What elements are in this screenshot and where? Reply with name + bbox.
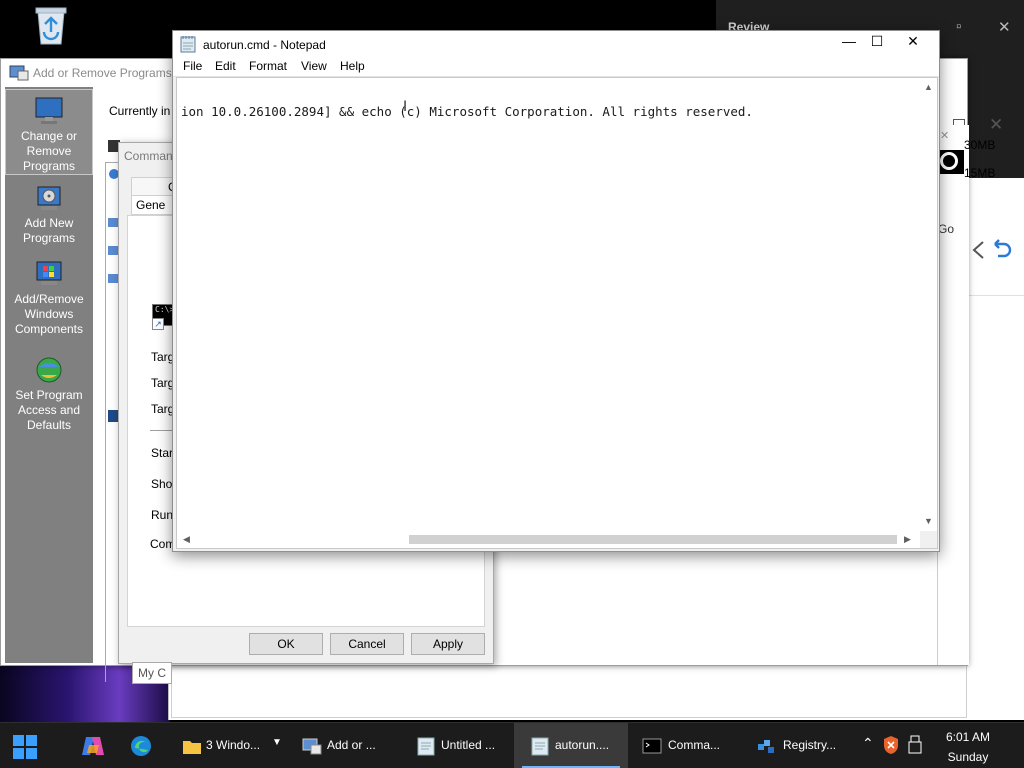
maximize-icon[interactable]: ▫ bbox=[956, 18, 961, 35]
go-label: Go bbox=[938, 222, 955, 236]
taskbar-item-label: Add or ... bbox=[327, 738, 376, 752]
menu-format[interactable]: Format bbox=[249, 59, 287, 73]
menu-view[interactable]: View bbox=[301, 59, 327, 73]
edge-icon[interactable] bbox=[130, 735, 152, 757]
clock-time: 6:01 AM bbox=[945, 730, 991, 744]
undo-icon[interactable] bbox=[989, 236, 1013, 262]
taskbar-item-label: Registry... bbox=[783, 738, 837, 752]
taskbar: 3 Windo... ▼ Add or ... Untitled ... aut… bbox=[0, 722, 1024, 768]
scroll-up-icon[interactable]: ▲ bbox=[924, 82, 933, 92]
registry-editor-icon bbox=[758, 740, 774, 753]
menu-edit[interactable]: Edit bbox=[215, 59, 236, 73]
chevron-down-icon[interactable]: ▼ bbox=[272, 737, 282, 748]
cancel-button[interactable]: Cancel bbox=[330, 633, 404, 655]
back-arrow-icon[interactable] bbox=[967, 238, 989, 262]
sidebar-item-add-new[interactable]: Add New Programs bbox=[5, 183, 93, 249]
sidebar-item-change-remove[interactable]: Change or Remove Programs bbox=[5, 89, 93, 175]
taskbar-item-file-explorer[interactable]: 3 Windo... bbox=[172, 723, 268, 768]
taskbar-item-autorun-notepad[interactable]: autorun.... bbox=[514, 723, 628, 768]
vertical-scrollbar[interactable]: ▲ ▼ bbox=[920, 78, 937, 532]
usb-device-icon[interactable] bbox=[908, 735, 922, 755]
notepad-icon bbox=[180, 36, 196, 53]
taskbar-item-untitled-notepad[interactable]: Untitled ... bbox=[408, 723, 512, 768]
taskbar-item-command-prompt[interactable]: Comma... bbox=[634, 723, 738, 768]
window-title: Add or Remove Programs bbox=[33, 66, 172, 80]
maximize-button[interactable]: ☐ bbox=[859, 31, 895, 53]
menu-help[interactable]: Help bbox=[340, 59, 365, 73]
folder-icon bbox=[183, 741, 201, 754]
sidebar-item-program-access[interactable]: Set Program Access and Defaults bbox=[5, 355, 93, 432]
close-icon: ✕ bbox=[907, 33, 919, 49]
currently-installed-label: Currently in bbox=[109, 104, 171, 118]
copilot-icon[interactable] bbox=[80, 733, 106, 759]
start-button[interactable] bbox=[12, 734, 38, 760]
add-remove-programs-icon bbox=[302, 738, 322, 755]
recycle-bin-icon[interactable] bbox=[28, 2, 74, 48]
close-button[interactable]: ✕ bbox=[989, 115, 1003, 135]
scroll-down-icon[interactable]: ▼ bbox=[924, 516, 933, 526]
taskbar-item-label: Comma... bbox=[668, 738, 721, 752]
text-cursor-icon: I bbox=[403, 99, 408, 115]
close-button[interactable]: ✕ bbox=[895, 31, 931, 53]
clock-day: Sunday bbox=[947, 750, 989, 764]
ok-button[interactable]: OK bbox=[249, 633, 323, 655]
add-remove-programs-icon bbox=[9, 65, 29, 81]
security-shield-icon[interactable] bbox=[882, 735, 900, 755]
monitor-icon bbox=[35, 97, 63, 124]
scroll-left-icon[interactable]: ◀ bbox=[183, 534, 190, 545]
sidebar-item-label: Add New Programs bbox=[22, 216, 75, 245]
size-column: ✕ bbox=[937, 125, 969, 665]
menu-file[interactable]: File bbox=[183, 59, 202, 73]
program-icon-ring bbox=[940, 152, 958, 170]
close-icon[interactable]: ✕ bbox=[940, 129, 949, 142]
notepad-window: autorun.cmd - Notepad — ☐ ✕ File Edit Fo… bbox=[172, 30, 940, 552]
editor-content[interactable]: ion 10.0.26100.2894] && echo (c) Microso… bbox=[181, 104, 753, 119]
taskbar-item-label: autorun.... bbox=[555, 738, 610, 752]
taskbar-item-label: Untitled ... bbox=[441, 738, 496, 752]
sidebar-item-label: Add/Remove Windows Components bbox=[14, 292, 84, 336]
cd-install-icon bbox=[37, 186, 61, 210]
menu-bar: File Edit Format View Help bbox=[173, 57, 939, 77]
minimize-icon: — bbox=[842, 33, 856, 49]
program-size: 30MB bbox=[964, 138, 996, 152]
title-bar: autorun.cmd - Notepad — ☐ ✕ bbox=[173, 31, 939, 57]
show-hidden-icons-icon[interactable]: ⌃ bbox=[862, 735, 874, 752]
text-editor[interactable]: ion 10.0.26100.2894] && echo (c) Microso… bbox=[176, 77, 938, 549]
taskbar-item-label: 3 Windo... bbox=[206, 738, 261, 752]
maximize-icon: ☐ bbox=[870, 33, 884, 49]
command-prompt-icon bbox=[642, 738, 662, 754]
sidebar-item-label: Set Program Access and Defaults bbox=[15, 388, 83, 432]
window-title: autorun.cmd - Notepad bbox=[203, 38, 326, 52]
scroll-right-icon[interactable]: ▶ bbox=[904, 534, 911, 545]
clock[interactable]: 6:01 AM Sunday bbox=[930, 727, 1006, 767]
resize-grip[interactable] bbox=[920, 531, 937, 548]
horizontal-scrollbar[interactable]: ◀ ▶ bbox=[177, 531, 920, 548]
my-computer-label: My C bbox=[132, 662, 172, 684]
sidebar-item-windows-components[interactable]: Add/Remove Windows Components bbox=[5, 259, 93, 341]
notepad-icon bbox=[417, 737, 435, 756]
taskbar-item-registry-editor[interactable]: Registry... bbox=[750, 723, 854, 768]
windows-components-icon bbox=[36, 261, 62, 285]
sidebar-item-label: Change or Remove Programs bbox=[20, 129, 78, 173]
globe-icon bbox=[36, 357, 62, 383]
notepad-icon bbox=[531, 737, 549, 756]
scrollbar-thumb[interactable] bbox=[409, 535, 897, 544]
program-size: 15MB bbox=[964, 166, 996, 180]
taskbar-item-add-remove-programs[interactable]: Add or ... bbox=[294, 723, 398, 768]
close-icon[interactable]: ✕ bbox=[998, 18, 1011, 36]
shortcut-arrow-icon: ↗ bbox=[152, 318, 164, 330]
apply-button[interactable]: Apply bbox=[411, 633, 485, 655]
sidebar: Change or Remove Programs Add New Progra… bbox=[5, 87, 93, 663]
